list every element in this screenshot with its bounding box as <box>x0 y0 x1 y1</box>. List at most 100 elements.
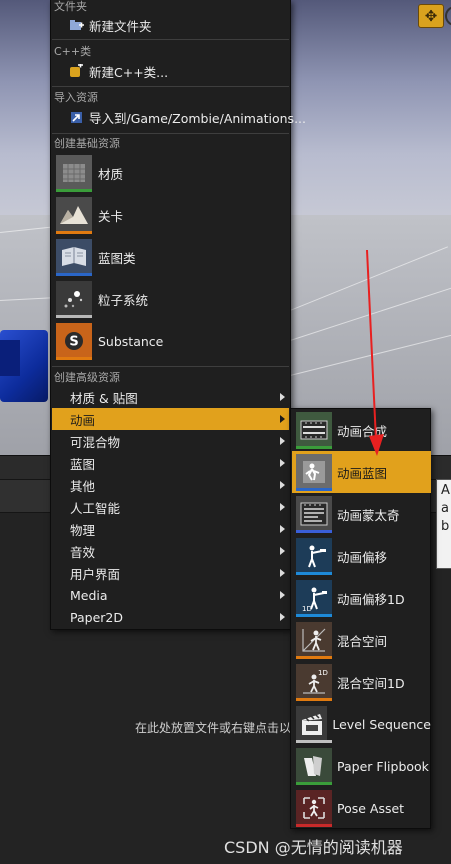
cpp-class-icon <box>69 63 84 79</box>
menu-item-label: 蓝图 <box>70 456 96 472</box>
create-material-item[interactable]: 材质 <box>54 153 290 193</box>
material-color-bar <box>56 189 92 192</box>
menu-item-sounds[interactable]: 音效 <box>52 540 289 562</box>
separator <box>52 133 289 134</box>
import-to-item[interactable]: 导入到/Game/Zombie/Animations... <box>69 107 306 127</box>
create-aim-offset-1d-item[interactable]: 1D 动画偏移1D <box>292 577 431 619</box>
create-blend-space-item[interactable]: 混合空间 <box>292 619 431 661</box>
section-header-folder: 文件夹 <box>54 0 87 13</box>
create-aim-offset-item[interactable]: 动画偏移 <box>292 535 431 577</box>
paper-flipbook-icon <box>296 748 332 785</box>
submenu-item-label: Paper Flipbook <box>337 758 429 774</box>
menu-item-physics[interactable]: 物理 <box>52 518 289 540</box>
submenu-item-label: 动画合成 <box>337 423 388 439</box>
submenu-item-label: 动画蒙太奇 <box>337 507 400 523</box>
menu-item-materials-textures[interactable]: 材质 & 贴图 <box>52 386 289 408</box>
level-sequence-icon <box>296 706 332 743</box>
submenu-item-label: 动画偏移1D <box>337 591 405 607</box>
menu-item-label: 材质 & 贴图 <box>70 390 138 406</box>
import-icon <box>69 110 84 125</box>
chevron-right-icon <box>280 569 285 577</box>
chevron-right-icon <box>280 415 285 423</box>
anim-montage-icon <box>296 496 332 533</box>
material-label: 材质 <box>98 166 124 182</box>
section-header-cpp: C++类 <box>54 45 92 58</box>
color-bar <box>296 572 332 575</box>
substance-color-bar <box>56 357 92 360</box>
menu-item-label: 其他 <box>70 478 96 494</box>
menu-item-animation[interactable]: 动画 <box>52 408 289 430</box>
chevron-right-icon <box>280 525 285 533</box>
drop-hint-text: 在此处放置文件或右键点击以 <box>135 721 292 735</box>
watermark-text: CSDN @无情的阅读机器 <box>224 838 403 857</box>
new-folder-item[interactable]: 新建文件夹 <box>69 15 152 35</box>
blend-space-icon <box>296 622 332 659</box>
substance-label: Substance <box>98 333 164 349</box>
color-bar <box>296 782 332 785</box>
chevron-right-icon <box>280 437 285 445</box>
svg-text:S: S <box>69 335 78 350</box>
create-substance-item[interactable]: S Substance <box>54 321 290 361</box>
create-pose-asset-item[interactable]: Pose Asset <box>292 787 431 829</box>
tooltip: A a b <box>436 479 451 569</box>
menu-item-media[interactable]: Media <box>52 584 289 606</box>
color-bar <box>296 656 332 659</box>
svg-text:1D: 1D <box>302 605 312 612</box>
separator <box>52 39 289 40</box>
submenu-item-label: Level Sequence <box>332 716 431 732</box>
chevron-right-icon <box>280 503 285 511</box>
level-label: 关卡 <box>98 208 124 224</box>
create-level-sequence-item[interactable]: Level Sequence <box>292 703 431 745</box>
create-animation-composite-item[interactable]: 动画合成 <box>292 409 431 451</box>
create-animation-montage-item[interactable]: 动画蒙太奇 <box>292 493 431 535</box>
import-to-label: 导入到/Game/Zombie/Animations... <box>89 110 306 126</box>
separator <box>52 86 289 87</box>
new-folder-label: 新建文件夹 <box>89 18 152 34</box>
create-blend-space-1d-item[interactable]: 1D 混合空间1D <box>292 661 431 703</box>
viewport-toolbar-icon[interactable] <box>445 6 451 26</box>
menu-item-label: 动画 <box>70 412 96 428</box>
create-animation-blueprint-item[interactable]: 动画蓝图 <box>292 451 431 493</box>
anim-blueprint-icon <box>296 454 332 491</box>
color-bar <box>296 698 332 701</box>
anim-composite-icon <box>296 412 332 449</box>
level-color-bar <box>56 231 92 234</box>
level-icon <box>56 197 92 234</box>
chevron-right-icon <box>280 393 285 401</box>
blend-space-1d-icon: 1D <box>296 664 332 701</box>
chevron-right-icon <box>280 591 285 599</box>
color-bar <box>296 446 332 449</box>
context-menu: 文件夹 新建文件夹 C++类 新建C++类... 导入资源 导入到/Game/Z… <box>50 0 306 630</box>
color-bar <box>296 614 332 617</box>
submenu-item-label: 混合空间 <box>337 633 388 649</box>
animation-submenu: 动画合成 动画蓝图 动画蒙太奇 动画偏移 1D 动画偏移1D 混合空间 1D 混… <box>290 408 431 829</box>
menu-item-paper2d[interactable]: Paper2D <box>52 606 289 628</box>
menu-item-miscellaneous[interactable]: 其他 <box>52 474 289 496</box>
create-paper-flipbook-item[interactable]: Paper Flipbook <box>292 745 431 787</box>
transform-gizmo-icon[interactable]: ✥ <box>418 4 444 28</box>
create-level-item[interactable]: 关卡 <box>54 195 290 235</box>
create-blueprint-class-item[interactable]: 蓝图类 <box>54 237 290 277</box>
color-bar <box>296 740 332 743</box>
chevron-right-icon <box>280 613 285 621</box>
aim-offset-1d-icon: 1D <box>296 580 332 617</box>
color-bar <box>296 824 332 827</box>
menu-item-label: 可混合物 <box>70 434 121 450</box>
substance-icon: S <box>56 323 92 360</box>
blue-mesh-shadow <box>0 340 20 376</box>
chevron-right-icon <box>280 459 285 467</box>
menu-item-blendables[interactable]: 可混合物 <box>52 430 289 452</box>
material-icon <box>56 155 92 192</box>
create-particle-system-item[interactable]: 粒子系统 <box>54 279 290 319</box>
menu-item-label: 音效 <box>70 544 96 560</box>
pose-asset-icon <box>296 790 332 827</box>
menu-item-label: Paper2D <box>70 609 123 625</box>
new-cpp-class-item[interactable]: 新建C++类... <box>69 61 168 81</box>
menu-item-artificial-intelligence[interactable]: 人工智能 <box>52 496 289 518</box>
section-header-import: 导入资源 <box>54 91 98 104</box>
submenu-item-label: 动画偏移 <box>337 549 388 565</box>
submenu-item-label: Pose Asset <box>337 800 405 816</box>
menu-item-label: 用户界面 <box>70 566 121 582</box>
menu-item-user-interface[interactable]: 用户界面 <box>52 562 289 584</box>
menu-item-blueprints[interactable]: 蓝图 <box>52 452 289 474</box>
